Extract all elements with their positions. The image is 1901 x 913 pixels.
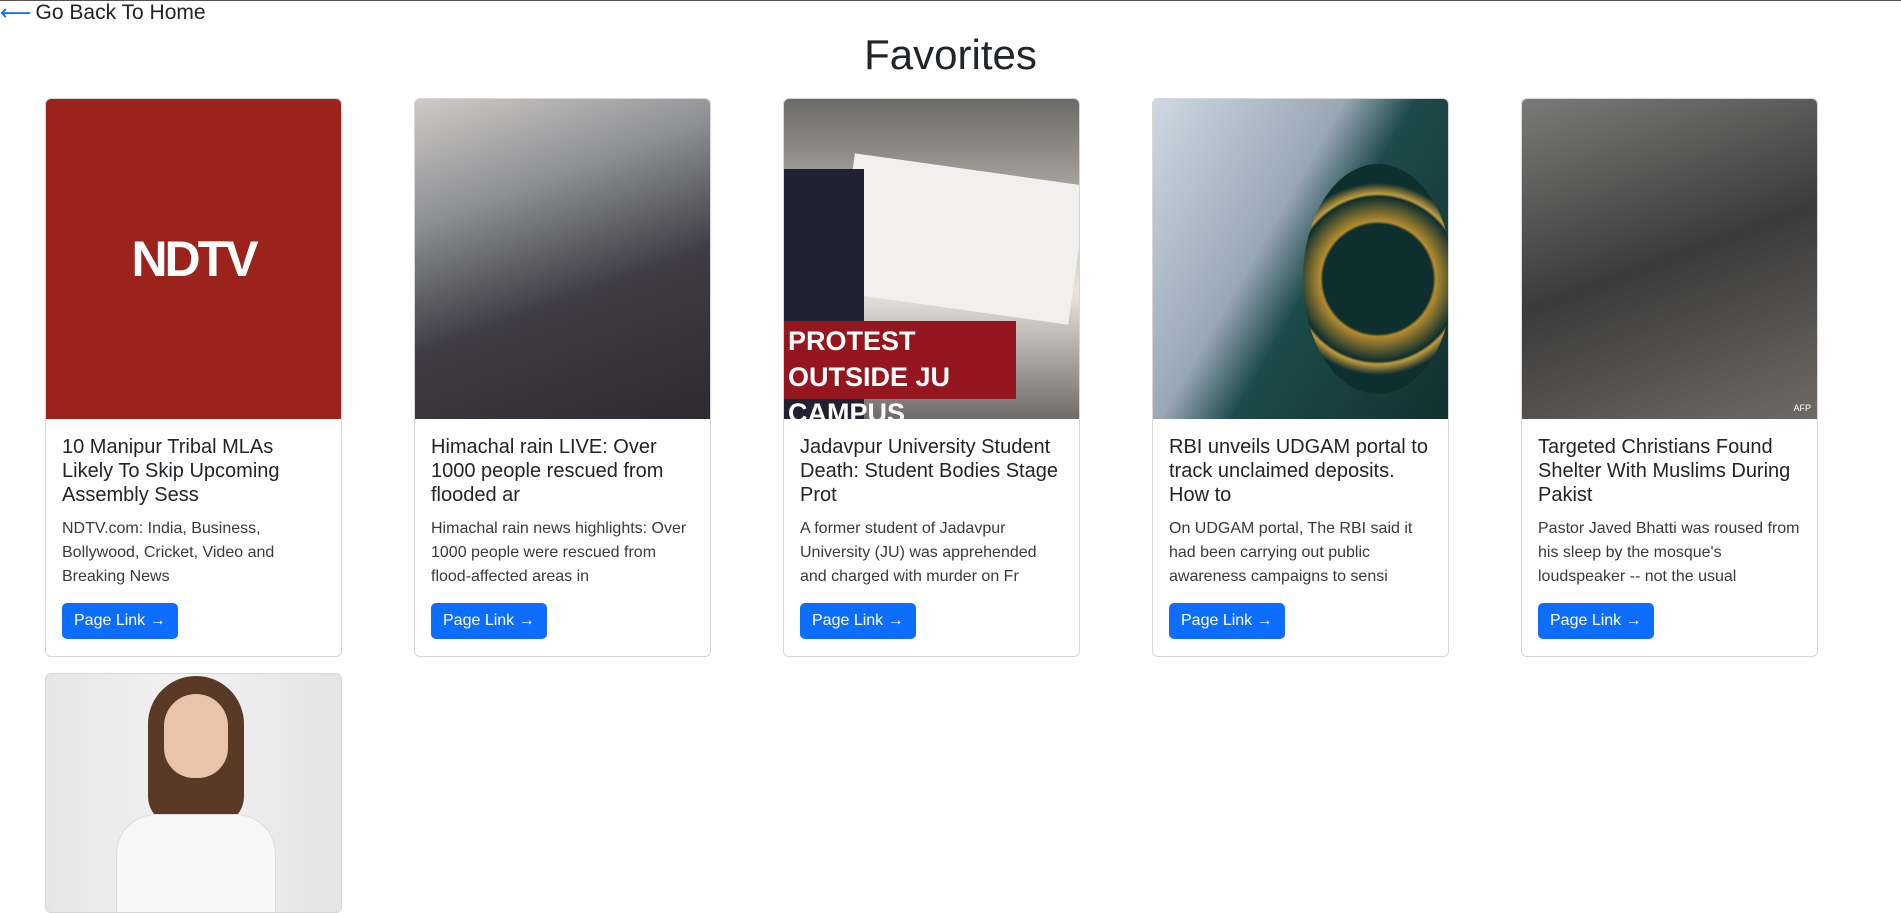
card-description: NDTV.com: India, Business, Bollywood, Cr…: [62, 520, 275, 585]
protest-banner: [835, 153, 1079, 325]
page-link-button[interactable]: Page Link →: [800, 603, 916, 639]
card-image: [1153, 99, 1448, 419]
card-description: On UDGAM portal, The RBI said it had bee…: [1169, 520, 1413, 585]
favorite-card: RBI unveils UDGAM portal to track unclai…: [1152, 98, 1449, 657]
favorite-card: AFP Targeted Christians Found Shelter Wi…: [1521, 98, 1818, 657]
favorites-grid: NDTV 10 Manipur Tribal MLAs Likely To Sk…: [45, 98, 1818, 913]
page-link-button[interactable]: Page Link →: [1169, 603, 1285, 639]
image-credit: AFP: [1793, 403, 1811, 413]
image-caption: PROTEST OUTSIDE JU CAMPUS: [784, 321, 1016, 419]
card-image: NDTV: [46, 99, 341, 419]
page-link-button[interactable]: Page Link →: [62, 603, 178, 639]
card-image: AFP: [1522, 99, 1817, 419]
favorite-card: NDTV 10 Manipur Tribal MLAs Likely To Sk…: [45, 98, 342, 657]
favorite-card: PROTEST OUTSIDE JU CAMPUS Jadavpur Unive…: [783, 98, 1080, 657]
ndtv-logo: NDTV: [131, 231, 258, 287]
card-title: 10 Manipur Tribal MLAs Likely To Skip Up…: [62, 436, 280, 506]
page-title: Favorites: [864, 31, 1037, 78]
card-description: A former student of Jadavpur University …: [800, 520, 1037, 585]
card-image: [415, 99, 710, 419]
favorite-card: Himachal rain LIVE: Over 1000 people res…: [414, 98, 711, 657]
left-arrow-icon: ⟵: [0, 0, 32, 25]
card-title: Targeted Christians Found Shelter With M…: [1538, 436, 1791, 506]
card-title: Jadavpur University Student Death: Stude…: [800, 436, 1058, 506]
page-link-button[interactable]: Page Link →: [1538, 603, 1654, 639]
favorite-card: [45, 673, 342, 913]
rbi-seal: [1303, 164, 1448, 394]
woman-shirt: [116, 814, 276, 912]
card-image: PROTEST OUTSIDE JU CAMPUS: [784, 99, 1079, 419]
card-title: Himachal rain LIVE: Over 1000 people res…: [431, 436, 664, 506]
back-home-link[interactable]: ⟵ Go Back To Home: [0, 1, 206, 25]
card-description: Pastor Javed Bhatti was roused from his …: [1538, 520, 1800, 585]
card-title: RBI unveils UDGAM portal to track unclai…: [1169, 436, 1428, 506]
card-description: Himachal rain news highlights: Over 1000…: [431, 520, 687, 585]
woman-face: [164, 694, 228, 778]
card-image: [46, 674, 341, 912]
back-home-label: Go Back To Home: [35, 1, 206, 24]
page-link-button[interactable]: Page Link →: [431, 603, 547, 639]
